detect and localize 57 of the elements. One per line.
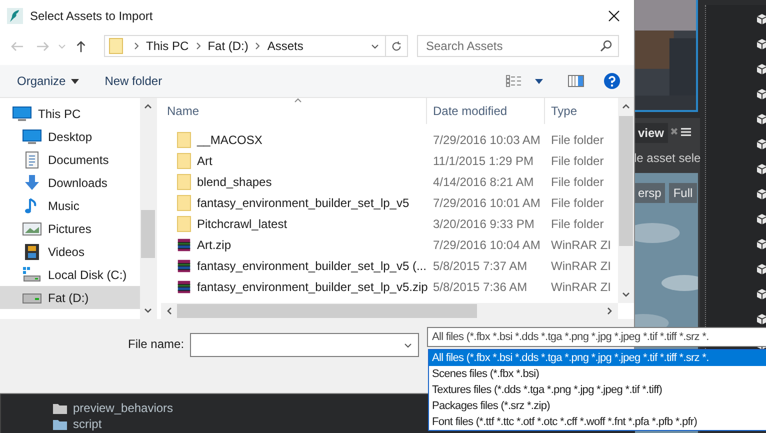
column-header[interactable]: Date modified bbox=[427, 98, 545, 124]
file-name-label: File name: bbox=[128, 337, 184, 351]
file-name[interactable]: fantasy_environment_builder_set_lp_v5.zip bbox=[161, 278, 427, 294]
table-cell-text: File folder bbox=[550, 174, 605, 188]
breadcrumb[interactable]: Fat (D:) bbox=[208, 39, 248, 53]
dropdown-option[interactable]: Scenes files (*.fbx *.bsi) bbox=[429, 366, 766, 382]
table-cell-text: 7/29/2016 10:04 AM bbox=[432, 238, 542, 252]
nav-item[interactable]: Desktop bbox=[0, 125, 140, 148]
column-header[interactable]: Type bbox=[545, 98, 615, 124]
breadcrumb[interactable]: This PC bbox=[146, 39, 189, 53]
dropdown-option[interactable]: Packages files (*.srz *.zip) bbox=[429, 398, 766, 414]
search-field[interactable]: Search Assets bbox=[417, 35, 619, 57]
viewport-button[interactable]: ersp bbox=[634, 183, 666, 203]
table-cell-text: 11/1/2015 1:29 PM bbox=[432, 154, 535, 168]
dropdown-option[interactable]: All files (*.fbx *.bsi *.dds *.tga *.png *.jpg *.jpeg *.tif *.tiff *.srz *. bbox=[429, 350, 766, 366]
table-cell-text: File folder bbox=[550, 154, 605, 168]
panel-hint: le asset sele bbox=[634, 151, 701, 165]
file-name[interactable]: Art.zip bbox=[161, 236, 427, 252]
file-name[interactable]: Art bbox=[161, 152, 427, 168]
table-cell-text: 7/29/2016 10:03 AM bbox=[432, 132, 542, 146]
table-cell-text: WinRAR ZI bbox=[550, 238, 612, 252]
nav-item[interactable]: Local Disk (C:) bbox=[0, 263, 140, 286]
table-cell-text: 5/8/2015 7:36 AM bbox=[432, 280, 528, 294]
nav-item[interactable]: Music bbox=[0, 194, 140, 217]
file-name[interactable]: blend_shapes bbox=[161, 174, 427, 190]
file-type-dropdown[interactable]: All files (*.fbx *.bsi *.dds *.tga *.png *.jpg *.jpeg *.tif *.tiff *.srz *. bbox=[427, 327, 766, 347]
table-cell-text: 7/29/2016 10:01 AM bbox=[432, 196, 542, 210]
column-header[interactable]: Name bbox=[161, 98, 427, 124]
nav-item[interactable]: Videos bbox=[0, 240, 140, 263]
tree-item[interactable]: script bbox=[73, 417, 102, 431]
viewport-button[interactable]: Full bbox=[669, 183, 697, 203]
file-name[interactable]: fantasy_environment_builder_set_lp_v5 bbox=[161, 194, 427, 210]
organize-button[interactable]: Organize bbox=[14, 71, 82, 91]
address-bar[interactable]: This PC Fat (D:) Assets bbox=[104, 35, 386, 57]
table-cell-text: 5/8/2015 7:37 AM bbox=[432, 258, 528, 272]
nav-item[interactable]: Pictures bbox=[0, 217, 140, 240]
table-cell-text: File folder bbox=[550, 196, 605, 210]
new-folder-button[interactable]: New folder bbox=[102, 71, 166, 91]
file-name[interactable]: fantasy_environment_builder_set_lp_v5 (... bbox=[161, 258, 427, 274]
dropdown-option[interactable]: Textures files (*.dds *.tga *.png *.jpg *.jpeg *.tif *.tiff) bbox=[429, 382, 766, 398]
nav-item[interactable]: Downloads bbox=[0, 171, 140, 194]
table-cell-text: 4/14/2016 8:21 AM bbox=[432, 174, 535, 188]
table-cell-text: File folder bbox=[550, 132, 605, 146]
file-name[interactable]: Pitchcrawl_latest bbox=[161, 216, 427, 232]
table-cell-text: File folder bbox=[550, 216, 605, 230]
breadcrumb[interactable]: Assets bbox=[267, 39, 304, 53]
nav-item[interactable]: This PC bbox=[0, 102, 140, 125]
tree-item[interactable]: preview_behaviors bbox=[73, 401, 174, 415]
window-title: Select Assets to Import bbox=[30, 9, 153, 23]
panel-tab[interactable]: view bbox=[634, 123, 668, 143]
table-cell-text: WinRAR ZI bbox=[550, 258, 612, 272]
table-cell-text: WinRAR ZI bbox=[550, 280, 612, 294]
nav-item[interactable]: Fat (D:) bbox=[0, 286, 140, 309]
table-cell-text: 3/20/2016 9:33 PM bbox=[432, 216, 536, 230]
file-name[interactable]: __MACOSX bbox=[161, 132, 427, 148]
dropdown-option[interactable]: Font files (*.ttf *.ttc *.otf *.otc *.cff *.woff *.fnt *.pfa *.pfb *.pfr) bbox=[429, 414, 766, 430]
nav-item[interactable]: Documents bbox=[0, 148, 140, 171]
